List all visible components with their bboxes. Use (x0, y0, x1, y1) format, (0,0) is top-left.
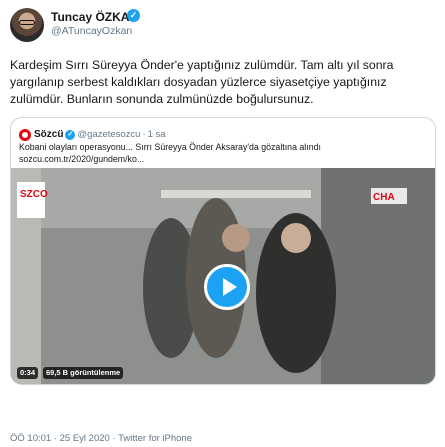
quoted-tweet-text: Kobani olayları operasyonu... Sırrı Süre… (19, 141, 429, 165)
quoted-tweet[interactable]: Sözcü ✓ @gazetesozcu · 1 sa Kobani olayları … (10, 117, 436, 385)
quoted-verified-badge-icon: ✓ (65, 129, 76, 140)
video-player[interactable]: SZCO CHA 0:34 69,5 B görüntülenme (11, 168, 435, 384)
video-duration: 0:34 (17, 367, 39, 379)
play-icon (223, 278, 237, 296)
tweet-metadata[interactable]: ÖÖ 10:01 · 25 Eyl 2020 · Twitter for iPh… (10, 433, 192, 444)
author-display-name[interactable]: Tuncay ÖZKAN (51, 10, 138, 24)
sozcu-logo-icon (19, 128, 31, 141)
play-button[interactable] (204, 264, 250, 310)
tweet-text: Kardeşim Sırrı Süreyya Önder'e yaptığını… (10, 58, 394, 106)
avatar-glasses (19, 20, 35, 25)
szco-watermark-box (17, 182, 45, 218)
quoted-tweet-header: Sözcü ✓ @gazetesozcu · 1 sa (19, 126, 166, 141)
tweet-card: Tuncay ÖZKAN ✓ @ATuncayOzkan Kardeşim Sı… (0, 0, 445, 447)
video-view-count: 69,5 B görüntülenme (43, 367, 124, 379)
quoted-separator: · (142, 129, 146, 141)
quoted-text-line: Kobani olayları operasyonu... Sırrı Süre… (19, 142, 321, 152)
quoted-author-name: Sözcü (34, 129, 64, 141)
quoted-author-handle: @gazetesozcu (77, 129, 141, 141)
author-avatar[interactable] (10, 8, 44, 42)
szco-watermark: SZCO (20, 189, 48, 200)
quoted-link-text: sozcu.com.tr/2020/gundem/ko... (19, 154, 145, 164)
verified-badge-icon: ✓ (127, 9, 140, 22)
channel-watermark: CHA (373, 192, 395, 203)
author-handle[interactable]: @ATuncayOzkan (51, 25, 132, 37)
quoted-timestamp: 1 sa (147, 129, 166, 141)
